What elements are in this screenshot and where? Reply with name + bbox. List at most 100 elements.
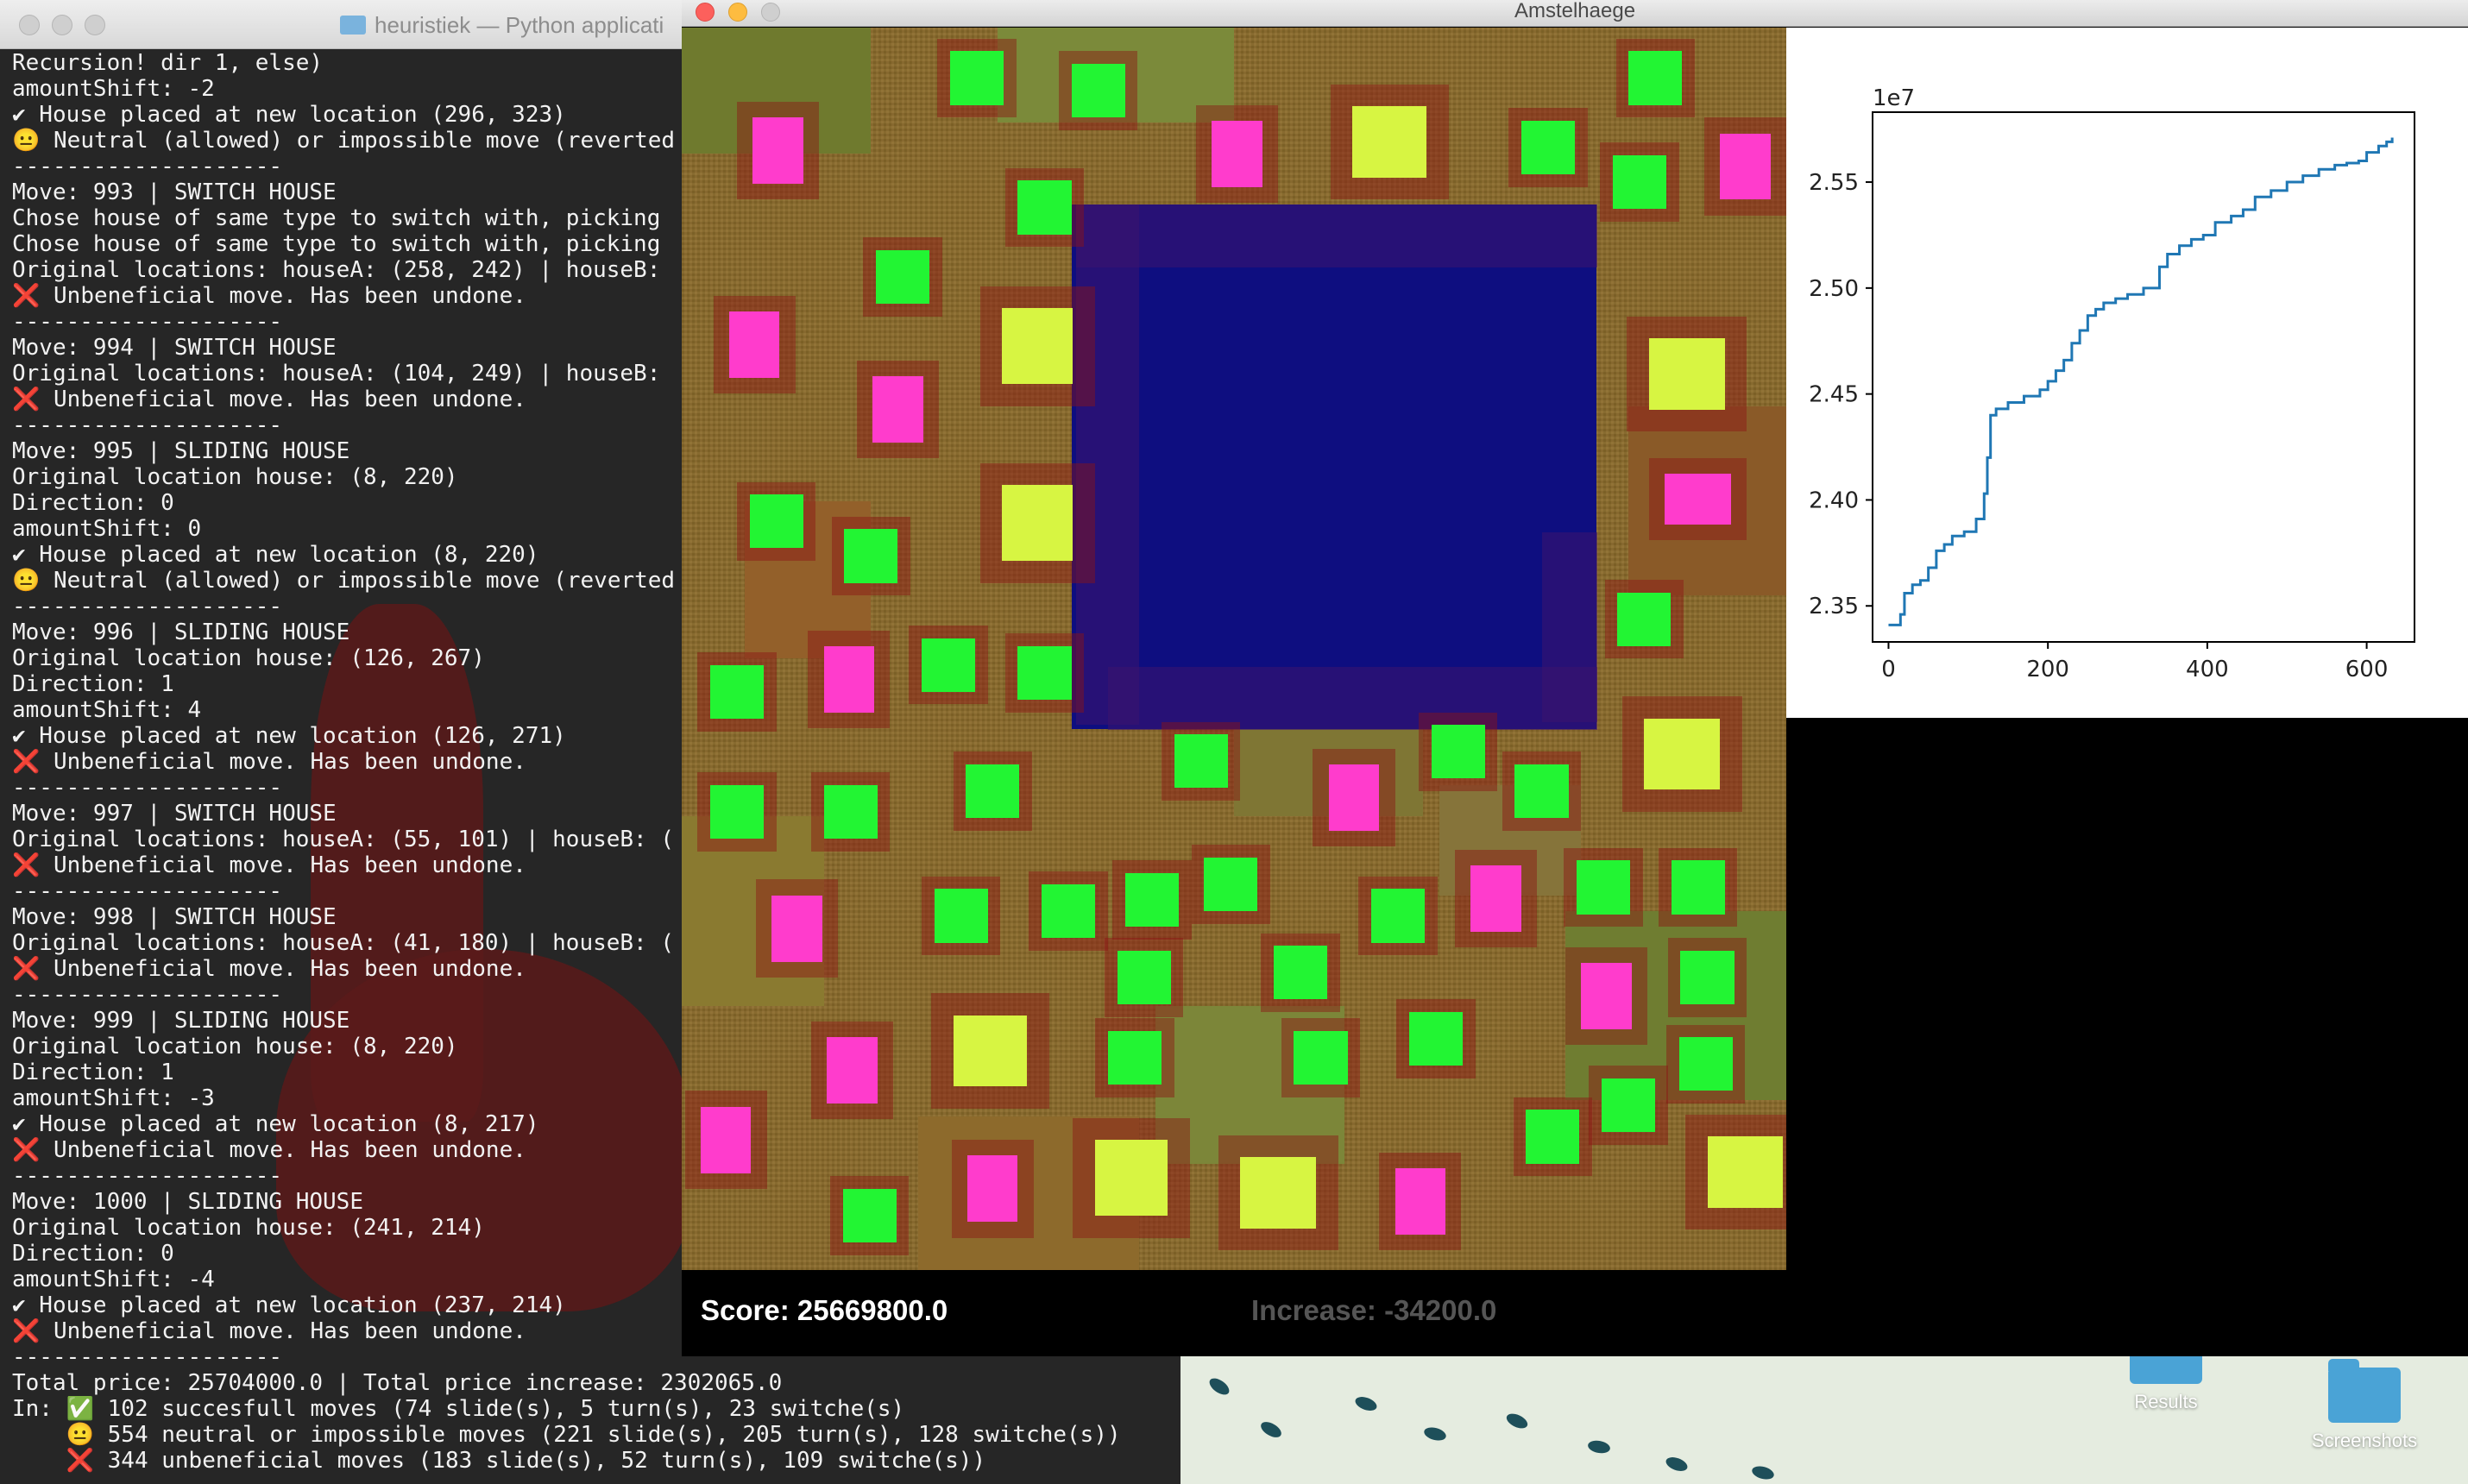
wallpaper-dot bbox=[1586, 1438, 1612, 1456]
single-house[interactable] bbox=[966, 764, 1020, 819]
water-shade bbox=[1541, 532, 1597, 722]
single-house[interactable] bbox=[1602, 1078, 1656, 1132]
bungalow-house[interactable] bbox=[1395, 1168, 1445, 1235]
single-house[interactable] bbox=[844, 529, 898, 583]
bungalow-house[interactable] bbox=[823, 645, 875, 713]
wallpaper-dot bbox=[1353, 1393, 1379, 1414]
single-house[interactable] bbox=[1431, 725, 1485, 779]
score-plot: 2.35 2.40 2.45 2.50 2.55 0 200 400 600 1e7 bbox=[1786, 28, 2468, 718]
single-house[interactable] bbox=[1408, 1012, 1464, 1066]
series-line bbox=[1888, 137, 2394, 626]
folder-icon bbox=[340, 16, 366, 35]
score-bar: Score: 25669800.0 Increase: -34200.0 bbox=[682, 1270, 1786, 1356]
bungalow-house[interactable] bbox=[1470, 865, 1521, 932]
game-window[interactable]: Amstelhaege Score: 25669800.0 Increase: … bbox=[682, 0, 2468, 1356]
maison-house[interactable] bbox=[1095, 1140, 1168, 1216]
single-house[interactable] bbox=[875, 249, 930, 304]
y-offset-label: 1e7 bbox=[1873, 85, 1915, 111]
wallpaper-dot bbox=[1258, 1418, 1284, 1441]
single-house[interactable] bbox=[709, 664, 765, 719]
single-house[interactable] bbox=[1576, 860, 1630, 915]
close-button[interactable] bbox=[19, 15, 40, 35]
maison-house[interactable] bbox=[1240, 1157, 1317, 1229]
maison-house[interactable] bbox=[953, 1015, 1028, 1086]
single-house[interactable] bbox=[1680, 950, 1735, 1004]
water-body bbox=[1072, 204, 1596, 729]
terminal-line: 😐 554 neutral or impossible moves (221 s… bbox=[12, 1422, 1121, 1448]
single-house[interactable] bbox=[1514, 764, 1569, 819]
single-house[interactable] bbox=[1273, 946, 1327, 1000]
single-house[interactable] bbox=[1107, 1030, 1162, 1085]
single-house[interactable] bbox=[1017, 180, 1072, 235]
bungalow-house[interactable] bbox=[700, 1106, 752, 1173]
single-house[interactable] bbox=[1526, 1110, 1580, 1164]
single-house[interactable] bbox=[1174, 734, 1228, 789]
wallpaper-dot bbox=[1664, 1454, 1690, 1475]
neighbourhood-map[interactable] bbox=[682, 28, 1786, 1270]
single-house[interactable] bbox=[1612, 155, 1666, 210]
single-house[interactable] bbox=[749, 494, 803, 549]
maison-house[interactable] bbox=[1002, 308, 1073, 385]
maison-house[interactable] bbox=[1002, 485, 1073, 562]
increase-label: Increase: -34200.0 bbox=[1251, 1294, 1497, 1326]
single-house[interactable] bbox=[1617, 592, 1672, 646]
bungalow-house[interactable] bbox=[1212, 120, 1262, 187]
single-house[interactable] bbox=[709, 784, 765, 839]
x-tick-label: 400 bbox=[2186, 657, 2229, 682]
water-shade bbox=[1076, 204, 1597, 267]
single-house[interactable] bbox=[1678, 1037, 1733, 1091]
y-tick-label: 2.45 bbox=[1809, 382, 1859, 408]
game-title: Amstelhaege bbox=[1514, 0, 1636, 22]
bungalow-house[interactable] bbox=[827, 1037, 878, 1104]
terminal-title: heuristiek — Python applicati bbox=[340, 12, 664, 39]
folder-icon bbox=[2328, 1359, 2401, 1423]
single-house[interactable] bbox=[1124, 873, 1179, 928]
wallpaper-dot bbox=[1750, 1463, 1776, 1482]
single-house[interactable] bbox=[949, 51, 1004, 105]
desktop-icon-label: Screenshots bbox=[2311, 1430, 2418, 1451]
desktop-icon-screenshots[interactable]: Screenshots bbox=[2291, 1359, 2438, 1452]
single-house[interactable] bbox=[1017, 645, 1072, 700]
terminal-line: ❌ 344 unbeneficial moves (183 slide(s), … bbox=[12, 1448, 986, 1474]
x-tick-label: 600 bbox=[2345, 657, 2389, 682]
game-titlebar[interactable]: Amstelhaege bbox=[682, 0, 2468, 27]
single-house[interactable] bbox=[842, 1188, 897, 1242]
single-house[interactable] bbox=[1371, 889, 1426, 943]
maison-house[interactable] bbox=[1707, 1136, 1784, 1208]
minimize-button[interactable] bbox=[52, 15, 72, 35]
terminal-line: Total price: 25704000.0 | Total price in… bbox=[12, 1370, 783, 1396]
bungalow-house[interactable] bbox=[771, 895, 822, 962]
single-house[interactable] bbox=[1628, 51, 1683, 105]
single-house[interactable] bbox=[934, 889, 988, 943]
score-chart: 2.35 2.40 2.45 2.50 2.55 0 200 400 600 1e7 bbox=[1809, 85, 2415, 682]
single-house[interactable] bbox=[1204, 857, 1258, 911]
y-tick-label: 2.35 bbox=[1809, 594, 1859, 619]
single-house[interactable] bbox=[1671, 860, 1725, 915]
y-tick-label: 2.55 bbox=[1809, 170, 1859, 196]
maison-house[interactable] bbox=[1648, 338, 1725, 410]
bungalow-house[interactable] bbox=[728, 311, 780, 378]
wallpaper-dot bbox=[1422, 1424, 1448, 1443]
zoom-button[interactable] bbox=[85, 15, 105, 35]
bungalow-house[interactable] bbox=[872, 376, 923, 443]
single-house[interactable] bbox=[921, 638, 976, 692]
bungalow-house[interactable] bbox=[1665, 474, 1731, 525]
bungalow-house[interactable] bbox=[1581, 963, 1632, 1030]
maison-house[interactable] bbox=[1644, 718, 1721, 790]
bungalow-house[interactable] bbox=[1328, 764, 1380, 831]
wallpaper-dot bbox=[1206, 1374, 1232, 1399]
plot-frame bbox=[1872, 111, 2415, 643]
single-house[interactable] bbox=[1071, 64, 1125, 118]
single-house[interactable] bbox=[823, 784, 878, 839]
single-house[interactable] bbox=[1294, 1030, 1348, 1085]
score-label: Score: 25669800.0 bbox=[701, 1294, 948, 1326]
single-house[interactable] bbox=[1041, 883, 1096, 939]
wallpaper-dot bbox=[1504, 1411, 1530, 1431]
x-tick-label: 200 bbox=[2026, 657, 2069, 682]
maison-house[interactable] bbox=[1352, 106, 1427, 178]
single-house[interactable] bbox=[1117, 950, 1171, 1004]
bungalow-house[interactable] bbox=[1720, 133, 1771, 200]
bungalow-house[interactable] bbox=[752, 117, 803, 185]
bungalow-house[interactable] bbox=[966, 1155, 1018, 1223]
single-house[interactable] bbox=[1520, 120, 1575, 175]
